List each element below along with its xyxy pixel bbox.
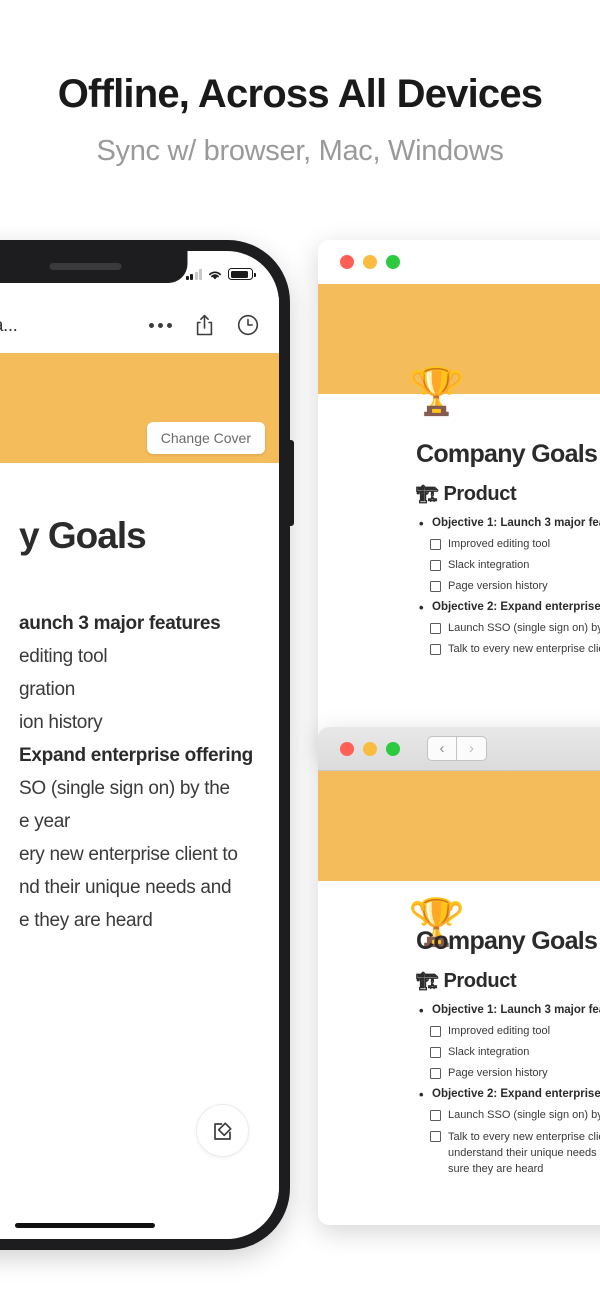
window-objective-list-back: Objective 1: Launch 3 major features Imp… xyxy=(416,516,600,655)
window-objective-2-front[interactable]: Objective 2: Expand enterprise offering xyxy=(419,1087,600,1102)
window-check-item[interactable]: Slack integration xyxy=(430,559,600,571)
phone-check-5-line3[interactable]: e they are heard xyxy=(19,910,279,932)
window-check-item[interactable]: Page version history xyxy=(430,580,600,592)
phone-screen: 🏆 Compa... Change Cover y Goals aunch 3 … xyxy=(0,251,279,1239)
window-section-heading-front[interactable]: 🏗 Product xyxy=(416,970,600,993)
window-check-item[interactable]: Slack integration xyxy=(430,1046,600,1058)
minimize-button[interactable] xyxy=(363,741,377,756)
check-label: Talk to every new enterprise client to xyxy=(448,643,600,655)
window-check-item[interactable]: Page version history xyxy=(430,1067,600,1079)
window-check-item[interactable]: Talk to every new enterprise client to xyxy=(430,643,600,655)
desktop-window-back[interactable]: 🏆 Company Goals 🏗 Product Objective 1: L… xyxy=(318,240,600,750)
check-label: Page version history xyxy=(448,580,548,592)
checkbox-icon[interactable] xyxy=(430,644,441,655)
window-objective-2-back[interactable]: Objective 2: Expand enterprise offering xyxy=(419,600,600,615)
check-label: Improved editing tool xyxy=(448,538,551,550)
cellular-signal-icon xyxy=(185,268,202,280)
check-label: Page version history xyxy=(448,1067,548,1079)
window-check-item[interactable]: Launch SSO (single sign on) by the end o… xyxy=(430,622,600,634)
phone-objective-list: aunch 3 major features editing tool grat… xyxy=(19,613,279,932)
check-label: Slack integration xyxy=(448,559,530,571)
window-doc-title-front[interactable]: Company Goals xyxy=(416,927,600,956)
phone-mockup: 🏆 Compa... Change Cover y Goals aunch 3 … xyxy=(0,240,294,1250)
crane-emoji-icon: 🏗 xyxy=(416,971,439,991)
window-objective-1-front[interactable]: Objective 1: Launch 3 major features xyxy=(419,1003,600,1018)
phone-side-button[interactable] xyxy=(289,440,294,526)
phone-page-title[interactable]: Compa... xyxy=(0,315,18,336)
phone-doc-title[interactable]: y Goals xyxy=(19,515,279,557)
window-check-item[interactable]: Improved editing tool xyxy=(430,538,600,550)
page-subtitle: Sync w/ browser, Mac, Windows xyxy=(96,135,504,167)
checkbox-icon[interactable] xyxy=(430,1026,441,1037)
window-check-item[interactable]: Talk to every new enterprise client to u… xyxy=(430,1130,600,1178)
phone-check-5-line1[interactable]: ery new enterprise client to xyxy=(19,844,279,866)
check-label: Launch SSO (single sign on) by the end o… xyxy=(448,622,600,634)
edit-compose-icon[interactable] xyxy=(196,1104,249,1157)
window-document-front: Company Goals 🏗 Product Objective 1: Lau… xyxy=(318,881,600,1178)
share-icon[interactable] xyxy=(195,314,214,336)
phone-check-4-line2[interactable]: e year xyxy=(19,811,279,833)
check-label: Launch SSO (single sign on) by the xyxy=(448,1109,600,1121)
chevron-left-icon[interactable]: ‹ xyxy=(427,736,457,761)
desktop-window-front[interactable]: ‹ › 🏆 Company Goals 🏗 Product Objective … xyxy=(318,727,600,1225)
window-document-back: Company Goals 🏗 Product Objective 1: Lau… xyxy=(318,394,600,655)
wifi-icon xyxy=(207,268,223,280)
page-title: Offline, Across All Devices xyxy=(57,72,543,116)
window-check-item[interactable]: Improved editing tool xyxy=(430,1025,600,1037)
home-indicator xyxy=(15,1223,155,1228)
maximize-button[interactable] xyxy=(386,255,400,269)
status-bar xyxy=(0,251,279,297)
window-cover-image-front[interactable] xyxy=(318,771,600,881)
checkbox-icon[interactable] xyxy=(430,539,441,550)
phone-cover-image: Change Cover xyxy=(0,353,279,463)
checkbox-icon[interactable] xyxy=(430,1131,441,1142)
window-titlebar-back xyxy=(318,240,600,284)
crane-emoji-icon: 🏗 xyxy=(416,484,439,504)
chevron-right-icon[interactable]: › xyxy=(457,736,487,761)
phone-toolbar: 🏆 Compa... xyxy=(0,297,279,353)
phone-check-5-line2[interactable]: nd their unique needs and xyxy=(19,877,279,899)
history-clock-icon[interactable] xyxy=(237,314,259,336)
check-label: Improved editing tool xyxy=(448,1025,551,1037)
maximize-button[interactable] xyxy=(386,741,400,756)
phone-objective-2[interactable]: Expand enterprise offering xyxy=(19,745,279,767)
checkbox-icon[interactable] xyxy=(430,1047,441,1058)
checkbox-icon[interactable] xyxy=(430,1068,441,1079)
window-section-title-back: Product xyxy=(443,483,517,505)
minimize-button[interactable] xyxy=(363,255,377,269)
more-options-icon[interactable] xyxy=(149,322,172,328)
window-titlebar-front: ‹ › xyxy=(318,727,600,771)
battery-icon xyxy=(228,268,256,280)
check-label: Slack integration xyxy=(448,1046,530,1058)
window-section-heading-back[interactable]: 🏗 Product xyxy=(416,483,600,506)
close-button[interactable] xyxy=(340,741,354,756)
close-button[interactable] xyxy=(340,255,354,269)
checkbox-icon[interactable] xyxy=(430,1110,441,1121)
phone-check-3[interactable]: ion history xyxy=(19,712,279,734)
checkbox-icon[interactable] xyxy=(430,623,441,634)
window-check-item[interactable]: Launch SSO (single sign on) by the xyxy=(430,1109,600,1121)
window-doc-title-back[interactable]: Company Goals xyxy=(416,440,600,469)
promo-screenshot: Offline, Across All Devices Sync w/ brow… xyxy=(0,0,600,1299)
check-label: Talk to every new enterprise client to u… xyxy=(448,1131,600,1175)
window-section-title-front: Product xyxy=(443,970,517,992)
phone-check-4-line1[interactable]: SO (single sign on) by the xyxy=(19,778,279,800)
change-cover-button[interactable]: Change Cover xyxy=(146,422,265,454)
phone-check-2[interactable]: gration xyxy=(19,679,279,701)
checkbox-icon[interactable] xyxy=(430,581,441,592)
phone-objective-1[interactable]: aunch 3 major features xyxy=(19,613,279,635)
checkbox-icon[interactable] xyxy=(430,560,441,571)
window-objective-1-back[interactable]: Objective 1: Launch 3 major features xyxy=(419,516,600,531)
navigation-buttons: ‹ › xyxy=(427,736,487,761)
phone-check-1[interactable]: editing tool xyxy=(19,646,279,668)
window-objective-list-front: Objective 1: Launch 3 major features Imp… xyxy=(416,1003,600,1178)
